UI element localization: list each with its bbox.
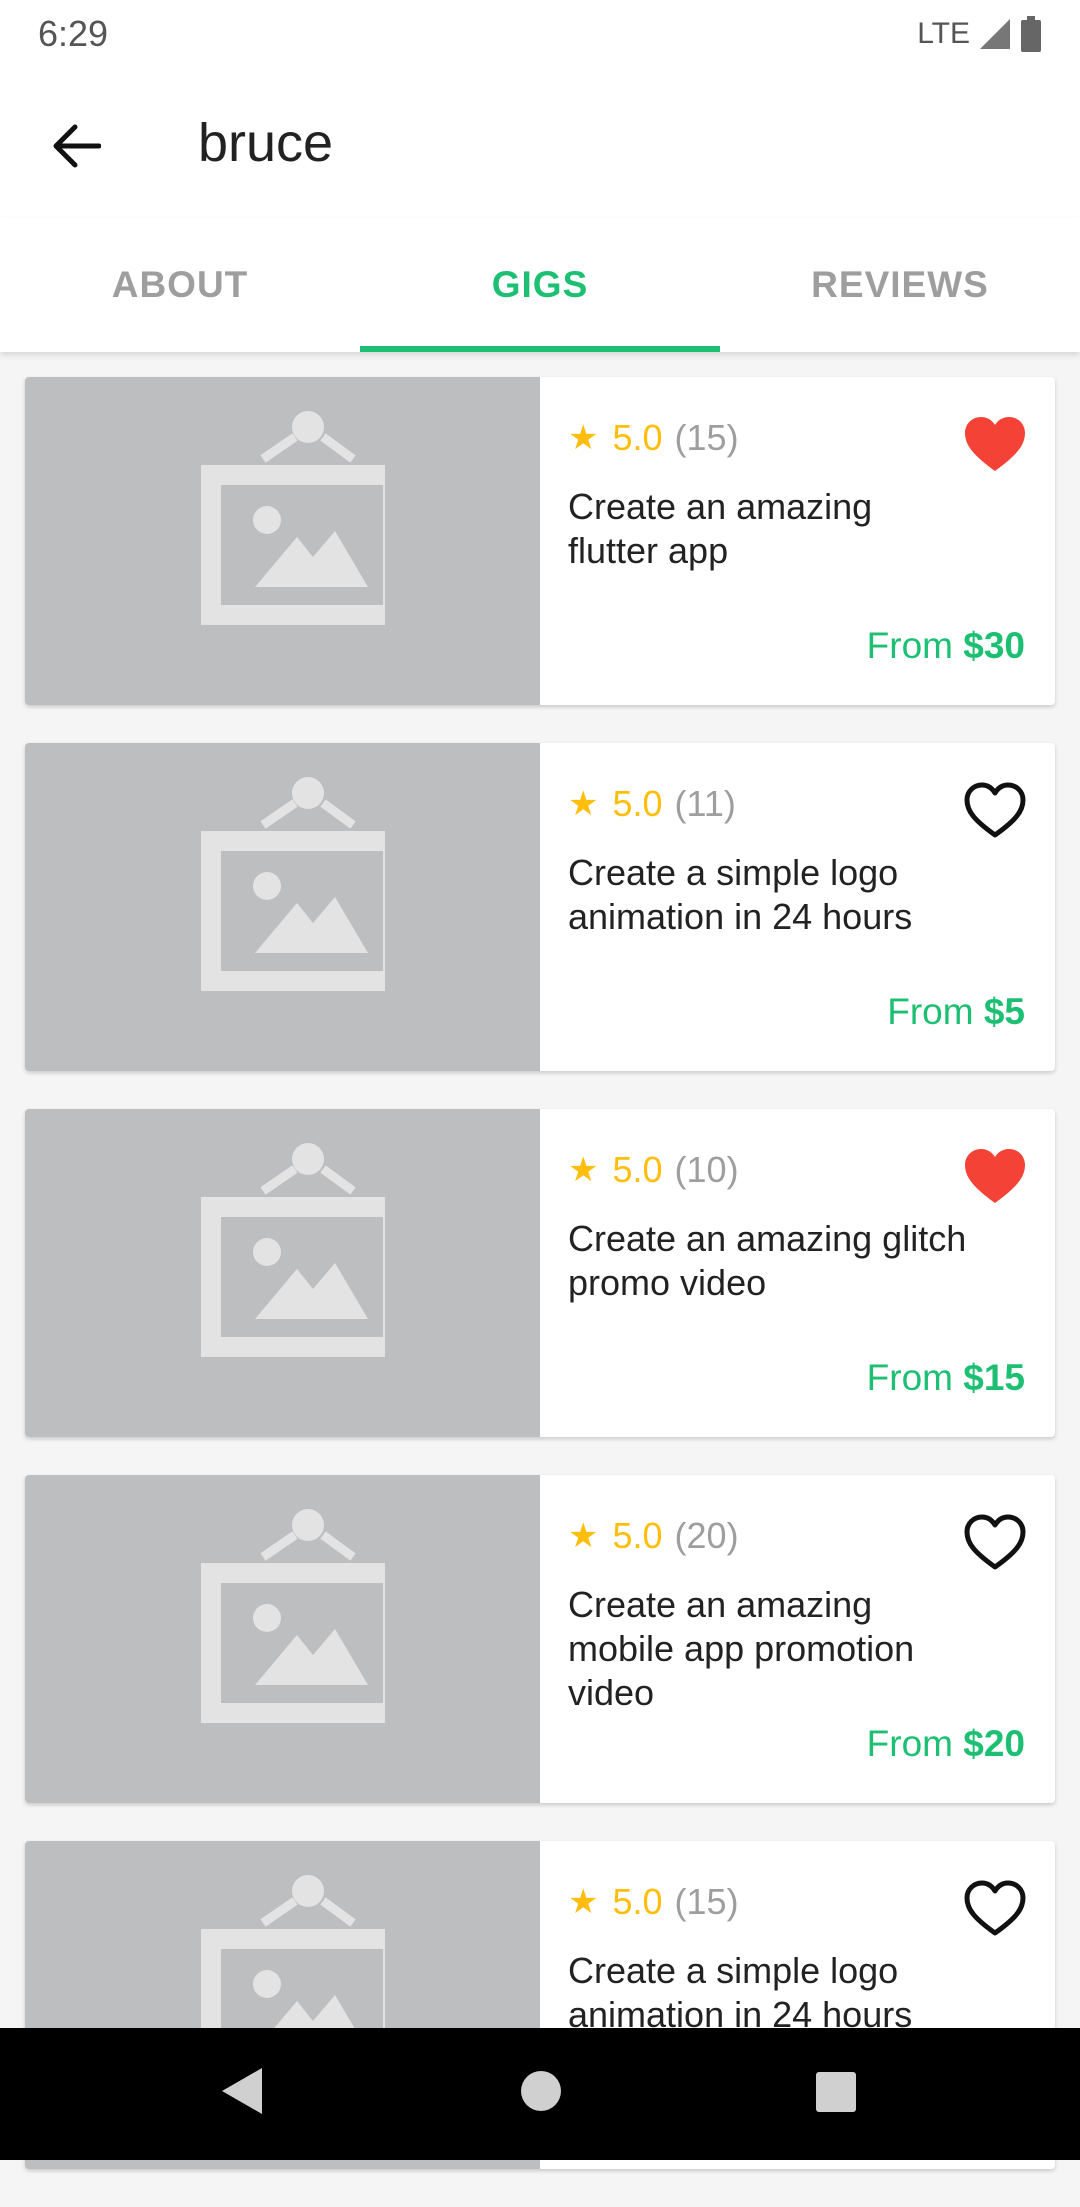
price-prefix: From: [866, 1357, 964, 1398]
image-placeholder-icon: [201, 411, 385, 625]
heart-outline-icon: [964, 1514, 1026, 1570]
star-icon: ★: [568, 419, 599, 457]
gig-card[interactable]: ★ 5.0 (11) Create a simple logo animatio…: [25, 743, 1055, 1071]
image-placeholder-icon: [201, 1143, 385, 1357]
nav-home-button[interactable]: [520, 2070, 562, 2117]
rating-count: (20): [674, 1515, 739, 1556]
rating-value: 5.0: [612, 1881, 663, 1922]
price-prefix: From: [866, 1723, 964, 1764]
gig-info: ★ 5.0 (15) Create an amazing flutter app…: [568, 377, 1055, 705]
gig-card[interactable]: ★ 5.0 (15) Create an amazing flutter app…: [25, 377, 1055, 705]
gig-list: ★ 5.0 (15) Create an amazing flutter app…: [25, 377, 1055, 2207]
nav-back-button[interactable]: [218, 2066, 264, 2121]
gig-price: From $20: [867, 1723, 1025, 1765]
gig-rating: ★ 5.0 (15): [568, 1881, 739, 1923]
image-placeholder-icon: [201, 777, 385, 991]
system-nav-bar: [0, 2028, 1080, 2160]
gig-price: From $5: [887, 991, 1025, 1033]
gig-price: From $15: [867, 1357, 1025, 1399]
rating-count: (15): [674, 1881, 739, 1922]
favorite-button[interactable]: [963, 1513, 1027, 1573]
gig-price: From $30: [867, 625, 1025, 667]
star-icon: ★: [568, 785, 599, 823]
gig-rating: ★ 5.0 (10): [568, 1149, 739, 1191]
arrow-left-icon: [53, 124, 101, 168]
triangle-back-icon: [222, 2068, 262, 2114]
favorite-button[interactable]: [963, 1879, 1027, 1939]
rating-value: 5.0: [612, 1515, 663, 1556]
back-button[interactable]: [40, 110, 112, 182]
network-label: LTE: [917, 17, 970, 50]
star-icon: ★: [568, 1151, 599, 1189]
battery-icon: [1021, 16, 1041, 52]
gig-rating: ★ 5.0 (15): [568, 417, 739, 459]
tab-about[interactable]: ABOUT: [0, 218, 360, 352]
gig-info: ★ 5.0 (11) Create a simple logo animatio…: [568, 743, 1055, 1071]
rating-value: 5.0: [612, 783, 663, 824]
tab-reviews[interactable]: REVIEWS: [720, 218, 1080, 352]
nav-recents-button[interactable]: [816, 2072, 856, 2117]
star-icon: ★: [568, 1883, 599, 1921]
gig-title: Create an amazing mobile app promotion v…: [568, 1584, 915, 1713]
square-recents-icon: [816, 2072, 856, 2112]
rating-value: 5.0: [612, 417, 663, 458]
gig-info: ★ 5.0 (20) Create an amazing mobile app …: [568, 1475, 1055, 1803]
heart-filled-icon: [965, 417, 1025, 471]
gig-card[interactable]: ★ 5.0 (20) Create an amazing mobile app …: [25, 1475, 1055, 1803]
gig-rating: ★ 5.0 (11): [568, 783, 736, 825]
price-value: $5: [983, 991, 1025, 1032]
favorite-button[interactable]: [963, 781, 1027, 841]
price-value: $20: [963, 1723, 1025, 1764]
gig-title: Create an amazing flutter app: [568, 486, 873, 571]
price-value: $30: [963, 625, 1025, 666]
gig-card[interactable]: ★ 5.0 (10) Create an amazing glitch prom…: [25, 1109, 1055, 1437]
circle-home-icon: [521, 2071, 561, 2111]
price-prefix: From: [887, 991, 984, 1032]
rating-count: (15): [674, 417, 739, 458]
gig-thumbnail: [25, 743, 540, 1071]
gig-info: ★ 5.0 (10) Create an amazing glitch prom…: [568, 1109, 1055, 1437]
gig-thumbnail: [25, 377, 540, 705]
favorite-button[interactable]: [963, 415, 1027, 475]
heart-outline-icon: [964, 1880, 1026, 1936]
favorite-button[interactable]: [963, 1147, 1027, 1207]
heart-filled-icon: [965, 1149, 1025, 1203]
status-bar: 6:29 LTE: [0, 0, 1080, 68]
gig-title: Create an amazing glitch promo video: [568, 1218, 967, 1303]
tab-gigs[interactable]: GIGS: [360, 218, 720, 352]
heart-outline-icon: [964, 782, 1026, 838]
status-indicators: LTE: [917, 16, 1042, 52]
tab-bar: ABOUT GIGS REVIEWS: [0, 218, 1080, 352]
app-bar: bruce: [0, 68, 1080, 218]
gig-thumbnail: [25, 1109, 540, 1437]
gig-rating: ★ 5.0 (20): [568, 1515, 739, 1557]
gig-thumbnail: [25, 1475, 540, 1803]
star-icon: ★: [568, 1517, 599, 1555]
rating-value: 5.0: [612, 1149, 663, 1190]
status-time: 6:29: [38, 13, 109, 54]
gig-title: Create a simple logo animation in 24 hou…: [568, 852, 913, 937]
gig-title: Create a simple logo animation in 24 hou…: [568, 1950, 913, 2035]
rating-count: (10): [674, 1149, 739, 1190]
price-value: $15: [963, 1357, 1025, 1398]
page-title: bruce: [198, 113, 334, 173]
rating-count: (11): [674, 783, 736, 824]
signal-icon: [980, 19, 1010, 49]
image-placeholder-icon: [201, 1509, 385, 1723]
price-prefix: From: [866, 625, 964, 666]
